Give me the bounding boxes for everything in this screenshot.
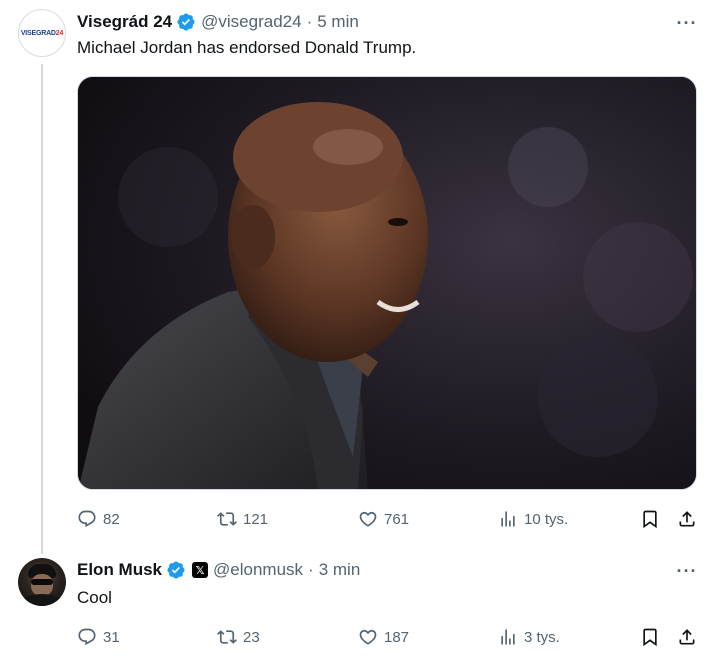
x-affiliate-badge-icon[interactable]: 𝕏 bbox=[192, 562, 209, 578]
share-button[interactable] bbox=[677, 507, 697, 531]
bookmark-icon bbox=[643, 510, 657, 529]
avatar-logo-text: VISEGRAD24 bbox=[20, 29, 64, 37]
verified-badge-icon bbox=[167, 561, 185, 579]
display-name[interactable]: Elon Musk bbox=[77, 560, 162, 580]
user-handle[interactable]: @elonmusk bbox=[213, 560, 303, 580]
verified-badge-icon bbox=[177, 13, 195, 31]
repost-icon bbox=[217, 630, 237, 644]
like-button[interactable]: 761 bbox=[358, 507, 409, 531]
reply-icon bbox=[78, 628, 96, 646]
reply-icon bbox=[78, 510, 96, 528]
timestamp[interactable]: 3 min bbox=[319, 560, 361, 580]
reply-count: 31 bbox=[103, 628, 120, 646]
more-options-icon[interactable]: ··· bbox=[676, 12, 698, 34]
repost-count: 23 bbox=[243, 628, 260, 646]
tweet-actions: 82 121 761 10 tys. bbox=[77, 507, 697, 531]
user-handle[interactable]: @visegrad24 bbox=[201, 12, 301, 32]
like-count: 761 bbox=[384, 510, 410, 528]
more-options-icon[interactable]: ··· bbox=[676, 560, 698, 582]
avatar-elon-musk[interactable] bbox=[18, 558, 66, 606]
avatar-visegrad[interactable]: VISEGRAD24 bbox=[18, 9, 66, 57]
view-count: 10 tys. bbox=[524, 510, 569, 528]
display-name[interactable]: Visegrád 24 bbox=[77, 12, 172, 32]
bookmark-button[interactable] bbox=[640, 507, 660, 531]
heart-icon bbox=[359, 629, 377, 645]
reply-button[interactable]: 82 bbox=[77, 507, 120, 531]
share-icon bbox=[679, 629, 695, 645]
bookmark-button[interactable] bbox=[640, 625, 660, 649]
separator-dot: · bbox=[308, 560, 314, 579]
tweet-text: Cool bbox=[77, 588, 112, 607]
reply-count: 82 bbox=[103, 510, 120, 528]
bookmark-icon bbox=[643, 628, 657, 647]
tweet-header: Visegrád 24 @visegrad24 · 5 min bbox=[77, 10, 359, 34]
like-count: 187 bbox=[384, 628, 410, 646]
timestamp[interactable]: 5 min bbox=[317, 12, 359, 32]
reply-button[interactable]: 31 bbox=[77, 625, 120, 649]
view-count: 3 tys. bbox=[524, 628, 560, 646]
thread-connector-line bbox=[41, 64, 43, 554]
repost-button[interactable]: 121 bbox=[217, 507, 268, 531]
tweet-actions: 31 23 187 3 tys. bbox=[77, 625, 697, 649]
views-button[interactable]: 10 tys. bbox=[498, 507, 568, 531]
like-button[interactable]: 187 bbox=[358, 625, 409, 649]
reply-tweet-header: Elon Musk 𝕏 @elonmusk · 3 min bbox=[77, 558, 360, 582]
repost-icon bbox=[217, 512, 237, 526]
tweet-photo[interactable] bbox=[77, 76, 697, 490]
heart-icon bbox=[359, 511, 377, 527]
repost-count: 121 bbox=[243, 510, 269, 528]
analytics-icon bbox=[501, 511, 515, 527]
share-icon bbox=[679, 511, 695, 527]
separator-dot: · bbox=[306, 12, 313, 31]
views-button[interactable]: 3 tys. bbox=[498, 625, 560, 649]
repost-button[interactable]: 23 bbox=[217, 625, 260, 649]
tweet-text: Michael Jordan has endorsed Donald Trump… bbox=[77, 38, 417, 57]
photo-portrait bbox=[78, 77, 696, 489]
share-button[interactable] bbox=[677, 625, 697, 649]
analytics-icon bbox=[501, 629, 515, 645]
